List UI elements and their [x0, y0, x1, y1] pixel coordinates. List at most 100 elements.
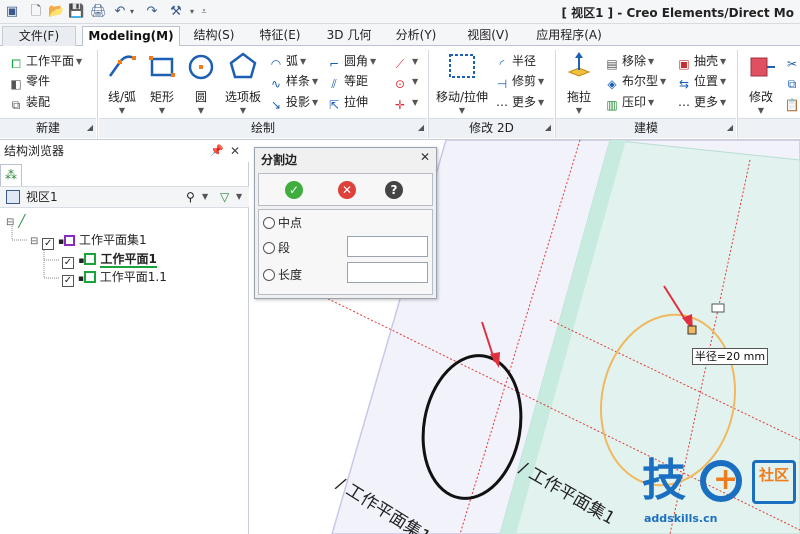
option-segment[interactable]: 段: [263, 239, 290, 257]
pull-button[interactable]: 拖拉 ▼: [560, 50, 598, 115]
new-part-button[interactable]: ◧ 零件: [8, 72, 50, 91]
tree-tab-icon[interactable]: ⁂: [0, 164, 22, 186]
workplane-icon: ⧠: [11, 57, 21, 71]
tab-analysis[interactable]: 分析(Y): [384, 26, 448, 46]
new-file-icon[interactable]: 🗋: [28, 4, 44, 20]
tab-features[interactable]: 特征(E): [250, 26, 310, 46]
more-modify-button[interactable]: ⋯ 更多 ▼: [494, 93, 544, 112]
tab-modeling[interactable]: Modeling(M): [82, 26, 180, 47]
tree-item-workplane-1-1[interactable]: ✓ ▪ 工作平面1.1: [62, 268, 167, 287]
offset-button[interactable]: ⫽ 等距: [326, 72, 368, 91]
point-button[interactable]: ✛ ▼: [392, 93, 418, 112]
palette-button[interactable]: 选项板 ▼: [222, 50, 264, 115]
shell-button[interactable]: ▣ 抽壳 ▼: [676, 52, 726, 71]
tab-structure[interactable]: 结构(S): [184, 26, 244, 46]
filter-icon[interactable]: ▽: [220, 187, 229, 207]
chevron-down-icon: ▼: [300, 57, 307, 66]
project-button[interactable]: ↘ 投影 ▼: [268, 93, 318, 112]
trim-button[interactable]: ⊣ 修剪 ▼: [494, 72, 545, 91]
redo-icon[interactable]: ↷: [144, 4, 160, 20]
new-workplane-button[interactable]: ⧠ 工作平面 ▼: [8, 52, 83, 71]
move-stretch-button[interactable]: 移动/拉伸 ▼: [432, 50, 492, 115]
pin-icon[interactable]: 📌: [210, 140, 224, 162]
chevron-down-icon: ▼: [538, 77, 545, 86]
print-preview-icon[interactable]: 🖨: [90, 4, 107, 20]
radio-button[interactable]: [263, 242, 275, 254]
chevron-down-icon: ▼: [720, 77, 727, 86]
chevron-down-icon: ▼: [76, 57, 83, 66]
arc-icon: ◠: [270, 57, 282, 71]
chevron-down-icon[interactable]: ▼: [236, 187, 242, 207]
imprint-button[interactable]: ▥ 压印 ▼: [604, 93, 654, 112]
fillet-icon: ⌐: [328, 57, 340, 71]
tree-item-workplane-set[interactable]: ⊟ ✓ ▪ 工作平面集1: [30, 231, 147, 250]
circle-button[interactable]: 圆 ▼: [184, 50, 218, 115]
dialog-launcher-icon[interactable]: ◢: [418, 124, 424, 132]
radio-button[interactable]: [263, 269, 275, 281]
segment-input[interactable]: [347, 236, 428, 257]
ok-check-icon[interactable]: ✓: [285, 181, 303, 199]
rectangle-button[interactable]: 矩形 ▼: [145, 50, 179, 115]
modify-button[interactable]: 修改 ▼: [742, 50, 780, 115]
ribbon: ⧠ 工作平面 ▼ ◧ 零件 ⧉ 装配 新建 ◢ 线/弧 ▼ 矩形 ▼ 圆 ▼ 选…: [0, 46, 800, 140]
app-icon[interactable]: ▣: [4, 4, 20, 20]
radius-button[interactable]: ◜ 半径: [494, 52, 536, 71]
cancel-x-icon[interactable]: ✕: [338, 181, 356, 199]
group-draw-label: 绘制 ◢: [99, 118, 427, 138]
fillet-button[interactable]: ⌐ 圆角 ▼: [326, 52, 376, 71]
tree-toggle-icon[interactable]: ⊟: [30, 236, 38, 247]
line-arc-button[interactable]: 线/弧 ▼: [102, 50, 142, 115]
chevron-down-icon: ▼: [412, 57, 419, 66]
tree-item-workplane-1[interactable]: ✓ ▪ 工作平面1: [62, 250, 157, 269]
customize-qat-icon[interactable]: ⩡: [196, 4, 212, 20]
undo-dropdown-icon[interactable]: ▾: [124, 4, 140, 20]
dialog-launcher-icon[interactable]: ◢: [87, 124, 93, 132]
visibility-checkbox[interactable]: ✓: [42, 238, 55, 250]
tab-3d-geometry[interactable]: 3D 几何: [318, 26, 380, 46]
circle-center-button[interactable]: ⊙ ▼: [392, 72, 418, 91]
dialog-launcher-icon[interactable]: ◢: [545, 124, 551, 132]
new-assembly-button[interactable]: ⧉ 装配: [8, 93, 50, 112]
chevron-down-icon: ▼: [575, 106, 583, 115]
arc-button[interactable]: ◠ 弧 ▼: [268, 52, 307, 71]
boolean-button[interactable]: ◈ 布尔型 ▼: [604, 72, 666, 91]
target-icon: ⊙: [394, 77, 406, 91]
line-arc-icon: [108, 55, 136, 77]
paste-button[interactable]: 📋: [784, 93, 800, 112]
pull-icon: [567, 52, 591, 77]
remove-button[interactable]: ▤ 移除 ▼: [604, 52, 654, 71]
tools-icon[interactable]: ⚒: [168, 4, 184, 20]
remove-icon: ▤: [606, 57, 618, 71]
radio-button[interactable]: [263, 217, 275, 229]
close-icon[interactable]: ✕: [420, 150, 430, 164]
stretch-button[interactable]: ⇱ 拉伸: [326, 93, 368, 112]
boolean-icon: ◈: [607, 77, 617, 91]
dialog-launcher-icon[interactable]: ◢: [727, 124, 733, 132]
spline-button[interactable]: ∿ 样条 ▼: [268, 72, 318, 91]
view-selector-row[interactable]: 视区1 ⚲ ▼ ▽ ▼: [0, 186, 249, 208]
option-midpoint[interactable]: 中点: [263, 214, 302, 232]
save-icon[interactable]: 💾: [68, 4, 84, 20]
logo-character: 技: [642, 455, 686, 506]
option-length[interactable]: 长度: [263, 266, 302, 284]
snap-cursor-icon: [711, 303, 725, 313]
more-model-button[interactable]: ⋯ 更多 ▼: [676, 93, 726, 112]
visibility-checkbox[interactable]: ✓: [62, 275, 74, 287]
binoculars-icon[interactable]: ⚲: [186, 187, 195, 207]
tab-applications[interactable]: 应用程序(A): [526, 26, 612, 46]
tab-view[interactable]: 视图(V): [456, 26, 520, 46]
logo-community-badge: 社区: [752, 460, 796, 504]
trim-icon: ⊣: [496, 77, 508, 91]
chevron-down-icon[interactable]: ▼: [202, 187, 208, 207]
length-input[interactable]: [347, 262, 428, 283]
copy-button[interactable]: ⧉: [784, 72, 800, 91]
help-question-icon[interactable]: ?: [385, 181, 403, 199]
tab-file[interactable]: 文件(F): [2, 26, 76, 46]
close-icon[interactable]: ✕: [230, 140, 240, 162]
logo-plus-icon: +: [713, 462, 739, 497]
position-button[interactable]: ⇆ 位置 ▼: [676, 72, 727, 91]
open-folder-icon[interactable]: 📂: [48, 4, 64, 20]
line-tool-button[interactable]: ⟋ ▼: [392, 52, 419, 71]
window-title: [ 视区1 ] - Creo Elements/Direct Mo: [561, 6, 794, 20]
cut-button[interactable]: ✂: [784, 52, 800, 71]
